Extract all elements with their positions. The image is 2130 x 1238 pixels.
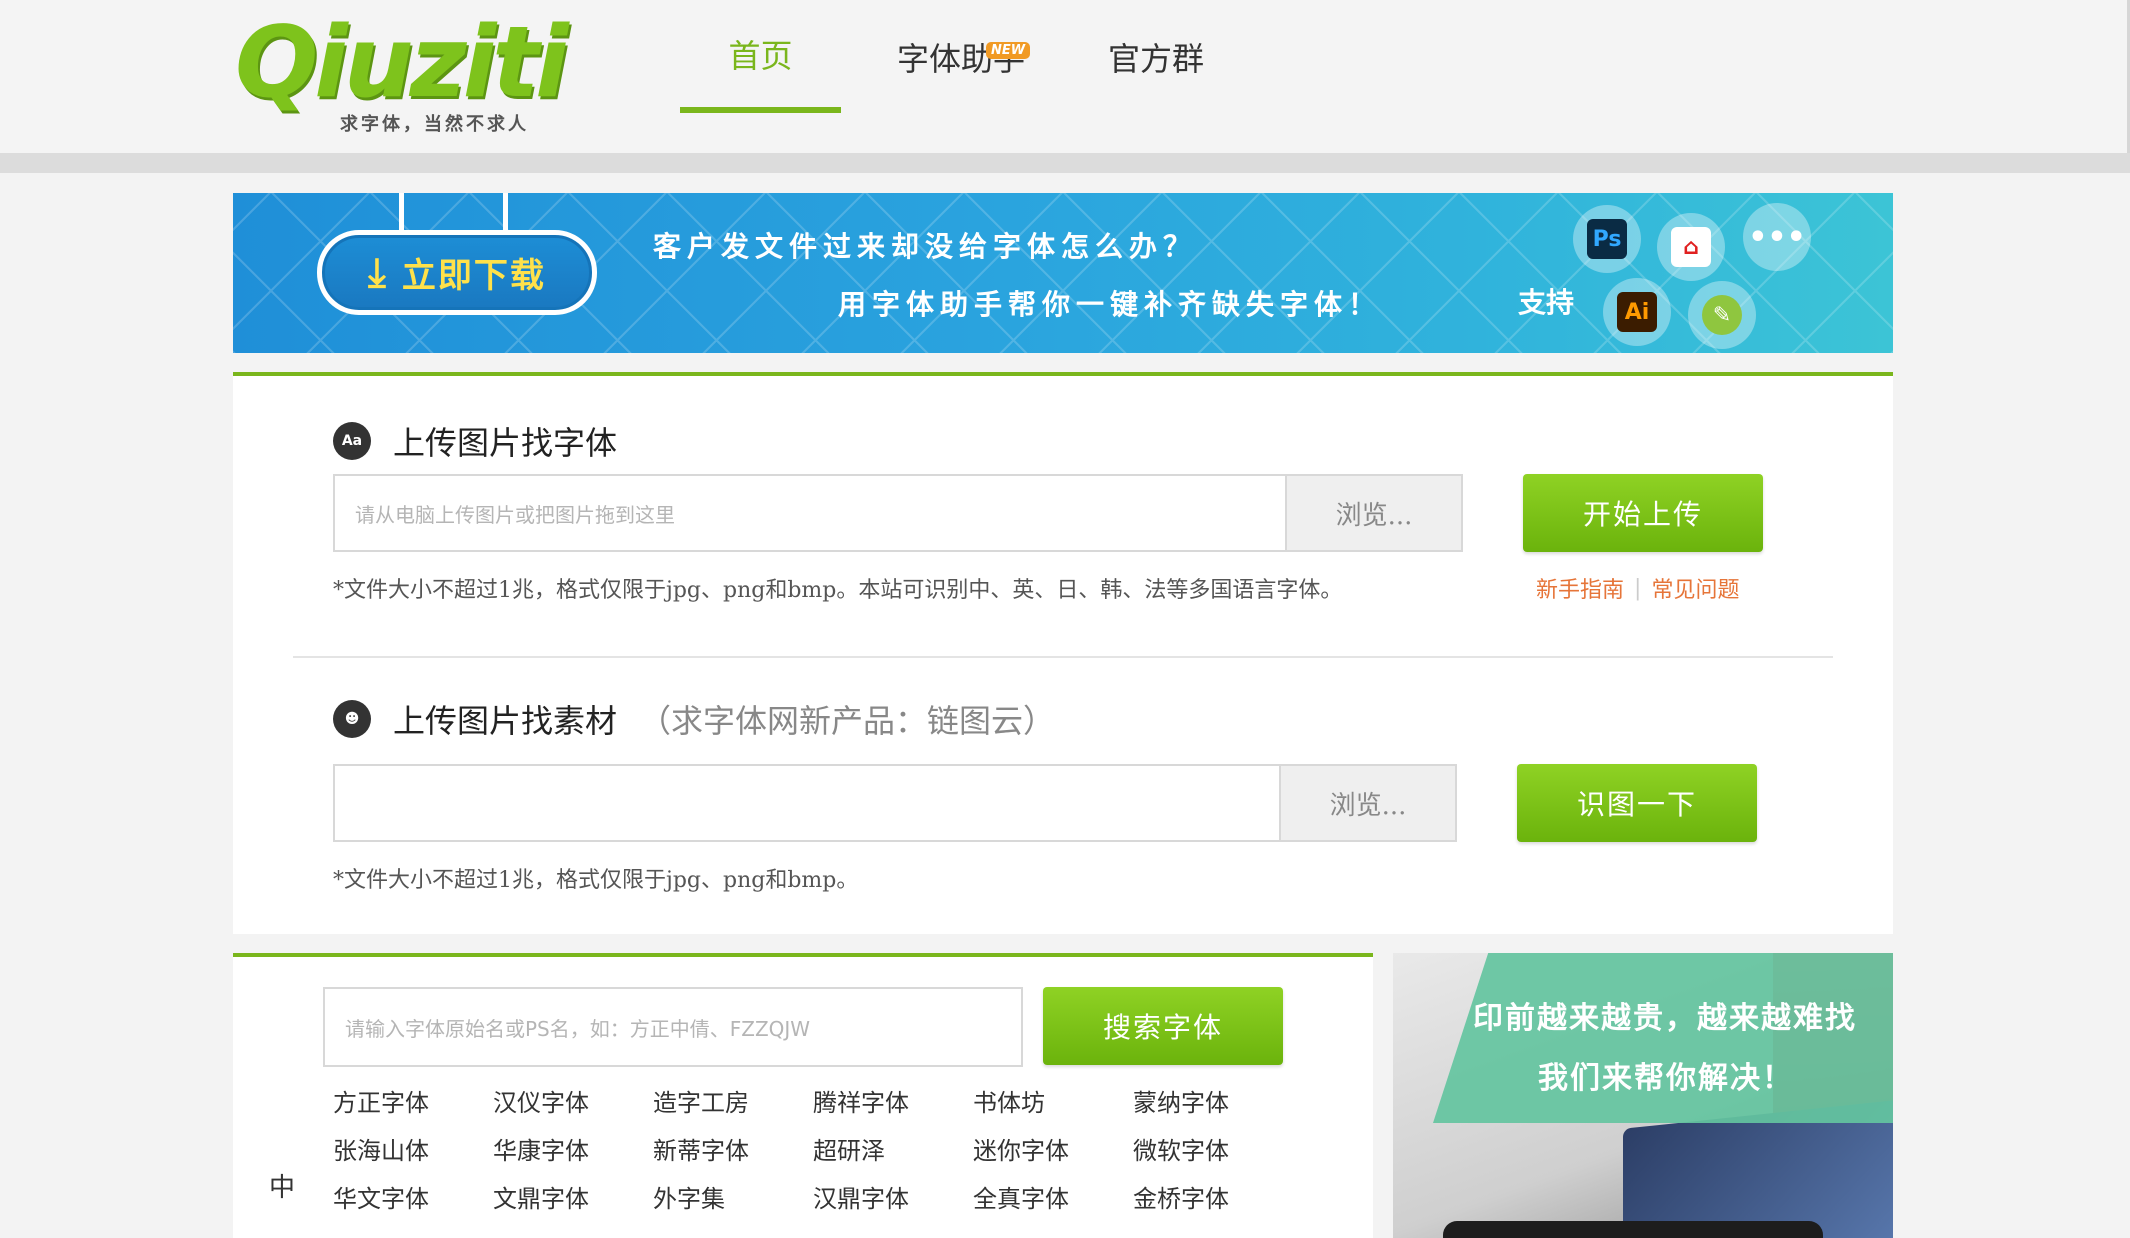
more-icon: ••• xyxy=(1743,203,1811,271)
material-upload-heading: ☻ 上传图片找素材 （求字体网新产品：链图云） xyxy=(333,696,1055,742)
ad-bottom-bar xyxy=(1443,1221,1823,1238)
brand-link[interactable]: 全真字体 xyxy=(973,1183,1133,1215)
new-badge: NEW xyxy=(986,42,1031,59)
brand-link[interactable]: 超研泽 xyxy=(813,1135,973,1167)
material-browse-button[interactable]: 浏览... xyxy=(1279,766,1455,840)
upload-panel: Aa 上传图片找字体 请从电脑上传图片或把图片拖到这里 浏览... 开始上传 *… xyxy=(233,372,1893,934)
brand-link[interactable]: 书体坊 xyxy=(973,1087,1133,1119)
font-search-icon: Aa xyxy=(333,422,371,460)
pdf-icon: ⌂ xyxy=(1657,213,1725,281)
ad-subheadline: 我们来帮你解决！ xyxy=(1538,1061,1794,1096)
brand-link[interactable]: 腾祥字体 xyxy=(813,1087,973,1119)
help-links: 新手指南 | 常见问题 xyxy=(1536,572,1739,604)
main-nav: 首页 字体助手 NEW 官方群 xyxy=(680,0,1231,113)
brand-link[interactable]: 造字工房 xyxy=(653,1087,813,1119)
material-upload-title: 上传图片找素材 xyxy=(393,702,618,740)
material-upload-input[interactable] xyxy=(335,766,1279,840)
prepress-ad[interactable]: 印前越来越贵，越来越难找 我们来帮你解决！ xyxy=(1393,953,1893,1238)
support-label: 支持 xyxy=(1518,286,1575,319)
illustrator-badge: Ai xyxy=(1617,292,1657,332)
photoshop-icon: Ps xyxy=(1573,205,1641,273)
font-helper-banner[interactable]: ⤓ 立即下载 客户发文件过来却没给字体怎么办？ 用字体助手帮你一键补齐缺失字体！… xyxy=(233,193,1893,353)
download-now-label: 立即下载 xyxy=(401,256,546,296)
nav-official-group-label: 官方群 xyxy=(1107,39,1204,78)
brand-link[interactable]: 蒙纳字体 xyxy=(1133,1087,1293,1119)
brand-link[interactable]: 文鼎字体 xyxy=(493,1183,653,1215)
nav-home[interactable]: 首页 xyxy=(680,0,841,113)
font-upload-input[interactable]: 请从电脑上传图片或把图片拖到这里 xyxy=(335,476,1285,550)
font-browse-button[interactable]: 浏览... xyxy=(1285,476,1461,550)
ad-headline: 印前越来越贵，越来越难找 xyxy=(1473,1001,1857,1036)
category-label-chinese: 中 xyxy=(269,1173,296,1203)
download-now-button[interactable]: ⤓ 立即下载 xyxy=(317,230,597,315)
recognize-image-button[interactable]: 识图一下 xyxy=(1517,764,1757,842)
download-arrow-icon: ⤓ xyxy=(368,249,386,296)
brand-link[interactable]: 华文字体 xyxy=(333,1183,493,1215)
search-font-button[interactable]: 搜索字体 xyxy=(1043,987,1283,1065)
nav-official-group[interactable]: 官方群 xyxy=(1081,0,1231,113)
image-search-icon: ☻ xyxy=(333,700,371,738)
brand-link[interactable]: 华康字体 xyxy=(493,1135,653,1167)
font-upload-box[interactable]: 请从电脑上传图片或把图片拖到这里 浏览... xyxy=(333,474,1463,552)
brand-link[interactable]: 方正字体 xyxy=(333,1087,493,1119)
banner-subheadline: 用字体助手帮你一键补齐缺失字体！ xyxy=(838,288,1383,321)
photoshop-badge: Ps xyxy=(1587,219,1627,259)
header-divider-bar xyxy=(0,153,2130,173)
beginner-guide-link[interactable]: 新手指南 xyxy=(1536,572,1624,604)
link-separator: | xyxy=(1634,575,1642,601)
brand-link[interactable]: 金桥字体 xyxy=(1133,1183,1293,1215)
brand-link[interactable]: 新蒂字体 xyxy=(653,1135,813,1167)
font-upload-title: 上传图片找字体 xyxy=(393,424,618,462)
faq-link[interactable]: 常见问题 xyxy=(1651,572,1739,604)
site-header: Qiuziti 求字体，当然不求人 首页 字体助手 NEW 官方群 xyxy=(0,0,2130,173)
section-divider xyxy=(293,656,1833,658)
font-search-panel: 请输入字体原始名或PS名，如：方正中倩、FZZQJW 搜索字体 中 方正字体 汉… xyxy=(233,953,1373,1238)
material-upload-box[interactable]: 浏览... xyxy=(333,764,1457,842)
banner-headline: 客户发文件过来却没给字体怎么办？ xyxy=(653,230,1198,263)
brand-link[interactable]: 外字集 xyxy=(653,1183,813,1215)
illustrator-icon: Ai xyxy=(1603,278,1671,346)
brand-link[interactable]: 汉仪字体 xyxy=(493,1087,653,1119)
brand-link[interactable]: 汉鼎字体 xyxy=(813,1183,973,1215)
logo-slogan: 求字体，当然不求人 xyxy=(340,114,529,135)
banner-hanger xyxy=(503,193,508,231)
start-upload-button[interactable]: 开始上传 xyxy=(1523,474,1763,552)
font-upload-heading: Aa 上传图片找字体 xyxy=(333,418,617,464)
banner-hanger xyxy=(399,193,404,231)
font-search-input[interactable]: 请输入字体原始名或PS名，如：方正中倩、FZZQJW xyxy=(323,987,1023,1067)
material-upload-note: *文件大小不超过1兆，格式仅限于jpg、png和bmp。 xyxy=(333,868,859,893)
font-upload-note: *文件大小不超过1兆，格式仅限于jpg、png和bmp。本站可识别中、英、日、韩… xyxy=(333,578,1343,603)
brand-link[interactable]: 微软字体 xyxy=(1133,1135,1293,1167)
brand-link[interactable]: 迷你字体 xyxy=(973,1135,1133,1167)
corel-icon: ✎ xyxy=(1688,281,1756,349)
nav-home-label: 首页 xyxy=(728,36,793,75)
site-logo[interactable]: Qiuziti 求字体，当然不求人 xyxy=(235,8,575,138)
brand-link[interactable]: 张海山体 xyxy=(333,1135,493,1167)
material-upload-subtitle: （求字体网新产品：链图云） xyxy=(639,702,1056,740)
font-brand-list: 方正字体 汉仪字体 造字工房 腾祥字体 书体坊 蒙纳字体 张海山体 华康字体 新… xyxy=(333,1087,1293,1215)
nav-font-helper[interactable]: 字体助手 NEW xyxy=(841,0,1081,113)
ad-green-overlay xyxy=(1433,953,1893,1123)
logo-wordmark: Qiuziti xyxy=(235,6,569,120)
